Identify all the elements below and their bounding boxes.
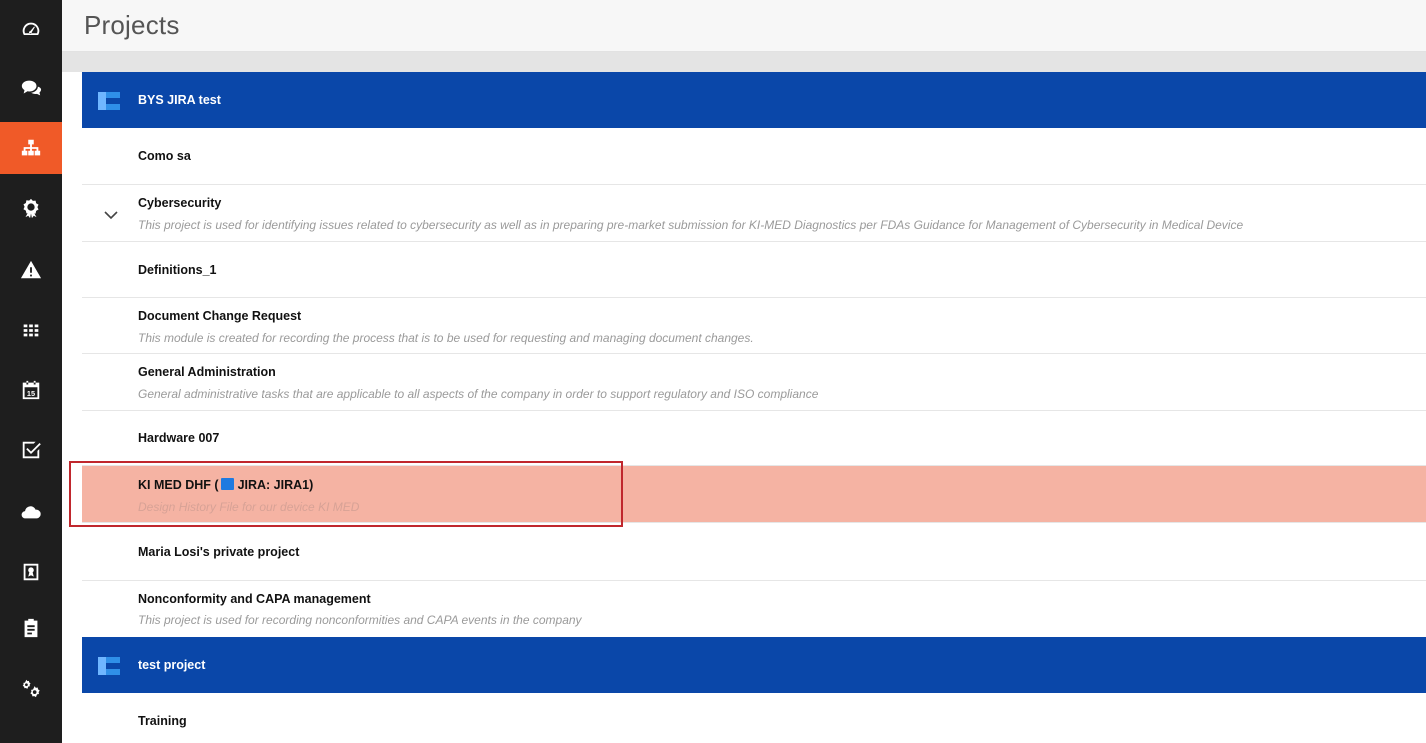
calendar-icon: 15 — [22, 380, 40, 400]
project-name: Cybersecurity — [138, 196, 222, 210]
project-name: Training — [138, 714, 187, 728]
jira-link[interactable]: JIRA: JIRA1) — [238, 478, 314, 492]
nav-awards[interactable] — [0, 182, 62, 234]
award-icon — [23, 198, 39, 219]
project-name: Hardware 007 — [138, 431, 220, 445]
calendar-day: 15 — [27, 389, 35, 398]
project-row-maria-losi[interactable]: Maria Losi's private project — [82, 523, 1426, 581]
group-title: test project — [138, 658, 206, 672]
project-row-definitions[interactable]: Definitions_1 — [82, 242, 1426, 298]
project-description: Design History File for our device KI ME… — [138, 500, 360, 514]
nav-projects[interactable] — [0, 122, 62, 174]
nav-risks[interactable] — [0, 244, 62, 296]
project-name: Maria Losi's private project — [138, 545, 300, 559]
project-row-cybersecurity[interactable]: Cybersecurity This project is used for i… — [82, 185, 1426, 242]
project-row-document-change-request[interactable]: Document Change Request This module is c… — [82, 298, 1426, 354]
jira-icon — [220, 478, 234, 490]
project-row-training[interactable]: Training — [82, 693, 1426, 743]
nav-certificates[interactable] — [0, 546, 62, 598]
project-row-nonconformity-capa[interactable]: Nonconformity and CAPA management This p… — [82, 581, 1426, 637]
project-row-general-administration[interactable]: General Administration General administr… — [82, 354, 1426, 411]
project-name: Document Change Request — [138, 309, 302, 323]
chat-icon — [21, 80, 42, 96]
project-name: General Administration — [138, 365, 276, 379]
page-title: Projects — [84, 10, 180, 40]
project-name-with-jira: KI MED DHF ( JIRA: JIRA1) — [138, 478, 313, 492]
clipboard-icon — [24, 618, 38, 638]
chevron-down-icon[interactable] — [104, 210, 118, 220]
content-background — [62, 52, 1426, 72]
project-group-icon — [98, 92, 120, 110]
sidebar-nav: 15 — [0, 0, 62, 743]
sitemap-icon — [21, 139, 41, 156]
group-title: BYS JIRA test — [138, 93, 221, 107]
project-description: This project is used for identifying iss… — [138, 218, 1244, 232]
nav-grid[interactable] — [0, 304, 62, 356]
nav-cloud[interactable] — [0, 486, 62, 538]
nav-settings[interactable] — [0, 662, 62, 714]
settings-icon — [22, 679, 40, 698]
project-name: KI MED DHF ( — [138, 478, 219, 492]
nav-dashboard[interactable] — [0, 4, 62, 56]
nav-clipboard[interactable] — [0, 602, 62, 654]
project-row-como-sa[interactable]: Como sa — [82, 128, 1426, 185]
grid-icon — [23, 324, 39, 337]
project-description: This module is created for recording the… — [138, 331, 754, 345]
project-name: Definitions_1 — [138, 263, 217, 277]
cloud-icon — [21, 506, 41, 519]
nav-calendar[interactable]: 15 — [0, 364, 62, 416]
project-row-ki-med-dhf[interactable]: KI MED DHF ( JIRA: JIRA1) Design History … — [82, 466, 1426, 523]
project-name: Como sa — [138, 149, 191, 163]
group-header-bys-jira-test[interactable]: BYS JIRA test — [82, 72, 1426, 128]
project-description: General administrative tasks that are ap… — [138, 387, 819, 401]
project-name: Nonconformity and CAPA management — [138, 592, 371, 606]
project-group-icon — [98, 657, 120, 675]
group-header-test-project[interactable]: test project — [82, 637, 1426, 693]
dashboard-icon — [22, 22, 40, 36]
badge-icon — [23, 563, 39, 581]
nav-tasks[interactable] — [0, 424, 62, 476]
warning-icon — [20, 260, 42, 279]
checkbox-icon — [22, 441, 41, 459]
project-description: This project is used for recording nonco… — [138, 613, 582, 627]
main-content: Projects BYS JIRA test Como sa Cybersecu… — [62, 0, 1426, 743]
nav-messages[interactable] — [0, 62, 62, 114]
page-header: Projects — [62, 0, 1426, 52]
project-row-hardware-007[interactable]: Hardware 007 — [82, 411, 1426, 466]
